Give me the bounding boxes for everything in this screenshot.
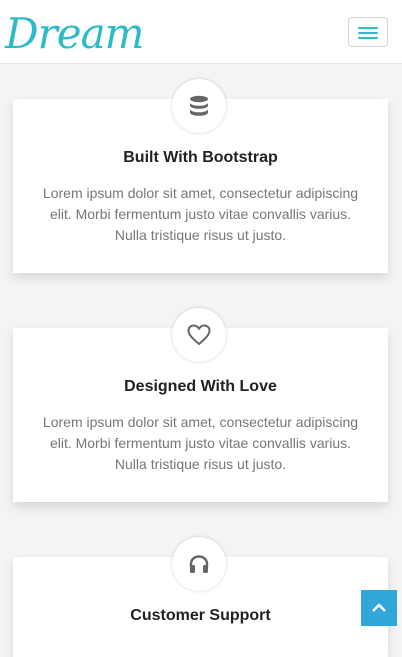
navbar: Dream (0, 0, 402, 64)
feature-description: Lorem ipsum dolor sit amet, consectetur … (42, 414, 359, 472)
back-to-top-button[interactable] (361, 590, 397, 626)
feature-title: Built With Bootstrap (123, 149, 278, 166)
menu-toggle-button[interactable] (348, 17, 388, 47)
feature-icon-circle (172, 79, 226, 133)
feature-card: Customer Support (13, 537, 388, 657)
feature-card: Built With Bootstrap Lorem ipsum dolor s… (13, 79, 388, 273)
database-icon (190, 95, 208, 116)
hamburger-menu-icon (358, 27, 378, 29)
feature-icon-circle (172, 537, 226, 591)
feature-description: Lorem ipsum dolor sit amet, consectetur … (42, 185, 359, 243)
headphones-icon (189, 555, 209, 573)
brand-logo[interactable]: Dream (5, 4, 144, 64)
feature-icon-circle (172, 308, 226, 362)
feature-title: Designed With Love (124, 378, 277, 395)
chevron-up-icon (372, 603, 386, 612)
heart-icon (187, 324, 211, 345)
feature-card: Designed With Love Lorem ipsum dolor sit… (13, 308, 388, 502)
feature-title: Customer Support (130, 607, 271, 624)
